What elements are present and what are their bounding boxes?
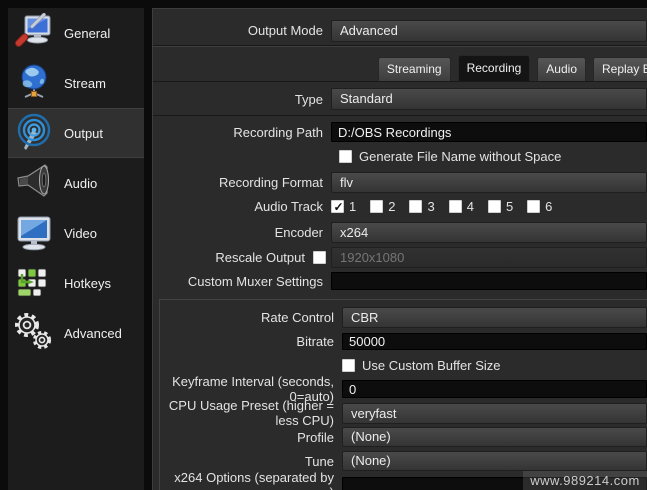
profile-select[interactable]: (None) <box>342 427 647 447</box>
x264-options-label: x264 Options (separated by space) <box>174 470 334 490</box>
tab-audio[interactable]: Audio <box>537 57 586 81</box>
gen-no-space-row: Generate File Name without Space <box>339 149 647 164</box>
bitrate-row: Bitrate <box>160 329 647 353</box>
recording-format-select[interactable]: flv <box>331 172 647 193</box>
audio-track-5-checkbox[interactable] <box>487 199 501 213</box>
bitrate-input[interactable] <box>342 332 647 350</box>
audio-track-3-label: 3 <box>427 198 435 214</box>
muxer-row: Custom Muxer Settings <box>153 272 647 290</box>
sidebar-item-label: General <box>64 25 111 41</box>
sidebar-item-video[interactable]: Video <box>8 208 144 258</box>
audio-track-5-label: 5 <box>505 198 514 214</box>
audio-track-3-checkbox[interactable] <box>409 199 423 213</box>
custom-buffer-checkbox[interactable] <box>342 358 355 372</box>
encoder-label: Encoder <box>274 225 323 240</box>
output-mode-label: Output Mode <box>247 23 323 38</box>
tab-streaming[interactable]: Streaming <box>377 57 451 81</box>
output-icon <box>8 113 60 153</box>
tab-recording[interactable]: Recording <box>457 55 531 81</box>
audio-track-3: 3 <box>409 198 435 214</box>
audio-track-1: 1 <box>331 199 356 214</box>
rescale-resolution-select[interactable]: 1920x1080 <box>331 247 647 268</box>
recording-format-row: Recording Format flv <box>153 172 647 193</box>
sidebar-item-label: Advanced <box>64 325 122 341</box>
audio-track-2-checkbox[interactable] <box>370 199 384 213</box>
sidebar-item-advanced[interactable]: Advanced <box>8 308 144 358</box>
stream-icon <box>8 63 60 103</box>
cpu-preset-label: CPU Usage Preset (higher = less CPU) <box>168 398 334 428</box>
encoder-row: Encoder x264 <box>153 222 647 243</box>
watermark: www.989214.com <box>523 471 647 490</box>
profile-label: Profile <box>297 429 334 445</box>
settings-window: General Stream Output Audio Video Hotkey… <box>0 0 647 490</box>
cpu-preset-select[interactable]: veryfast <box>342 402 647 424</box>
audio-track-2-label: 2 <box>388 198 396 214</box>
rescale-row: Rescale Output 1920x1080 <box>153 247 647 268</box>
sidebar-item-general[interactable]: General <box>8 8 144 58</box>
sidebar-item-stream[interactable]: Stream <box>8 58 144 108</box>
audio-track-6: 6 <box>527 199 552 214</box>
muxer-label: Custom Muxer Settings <box>187 273 323 289</box>
sidebar-item-label: Output <box>64 125 104 141</box>
cpu-preset-row: CPU Usage Preset (higher = less CPU) ver… <box>160 398 647 428</box>
gen-no-space-checkbox[interactable] <box>339 150 352 163</box>
audio-track-row: Audio Track 1 2 3 4 5 <box>153 198 647 214</box>
keyframe-input[interactable] <box>342 380 647 398</box>
rate-control-row: Rate Control CBR <box>160 305 647 329</box>
audio-track-1-label: 1 <box>349 198 357 214</box>
recording-format-label: Recording Format <box>218 175 323 190</box>
rescale-label: Rescale Output <box>215 250 305 265</box>
encoder-settings-group: Rate Control CBR Bitrate Use Custom Buff… <box>159 299 647 490</box>
hotkeys-icon <box>8 263 60 303</box>
audio-track-1-checkbox[interactable] <box>331 199 345 214</box>
output-mode-select[interactable]: Advanced <box>331 19 647 42</box>
sidebar-item-hotkeys[interactable]: Hotkeys <box>8 258 144 308</box>
custom-buffer-label: Use Custom Buffer Size <box>362 357 501 373</box>
tab-replay-buffer[interactable]: Replay Buffer <box>593 57 647 81</box>
general-icon <box>8 13 60 53</box>
tune-select[interactable]: (None) <box>342 451 647 471</box>
settings-sidebar: General Stream Output Audio Video Hotkey… <box>8 8 144 490</box>
sidebar-item-label: Hotkeys <box>64 275 111 291</box>
muxer-input[interactable] <box>331 272 647 290</box>
sidebar-item-label: Audio <box>64 175 98 191</box>
audio-track-6-checkbox[interactable] <box>527 199 541 213</box>
gen-no-space-label: Generate File Name without Space <box>359 149 562 164</box>
type-select[interactable]: Standard <box>331 88 647 110</box>
audio-track-label: Audio Track <box>254 198 323 214</box>
output-settings-panel: Output Mode Advanced Streaming Recording… <box>152 8 647 490</box>
rescale-checkbox[interactable] <box>313 251 326 264</box>
rate-control-select[interactable]: CBR <box>342 306 647 328</box>
audio-track-5: 5 <box>487 198 514 214</box>
sidebar-item-audio[interactable]: Audio <box>8 158 144 208</box>
advanced-icon <box>8 312 60 354</box>
profile-row: Profile (None) <box>160 425 647 449</box>
sidebar-item-label: Stream <box>64 75 106 91</box>
output-tab-bar: Streaming Recording Audio Replay Buffer <box>153 47 647 82</box>
audio-track-4: 4 <box>448 198 474 214</box>
recording-path-row: Recording Path <box>153 122 647 142</box>
recording-path-input[interactable] <box>331 122 647 142</box>
output-mode-row: Output Mode Advanced <box>153 9 647 45</box>
video-icon <box>8 213 60 253</box>
sidebar-item-output[interactable]: Output <box>8 108 144 158</box>
type-label: Type <box>294 91 323 107</box>
audio-track-6-label: 6 <box>545 198 553 214</box>
audio-track-2: 2 <box>370 199 395 214</box>
sidebar-item-label: Video <box>64 225 98 241</box>
recording-path-label: Recording Path <box>233 124 323 140</box>
audio-track-4-checkbox[interactable] <box>448 199 462 213</box>
encoder-select[interactable]: x264 <box>331 222 647 243</box>
type-row: Type Standard <box>153 82 647 116</box>
rate-control-label: Rate Control <box>261 309 334 325</box>
audio-icon <box>8 163 60 203</box>
audio-track-4-label: 4 <box>466 198 474 214</box>
bitrate-label: Bitrate <box>296 333 334 349</box>
tune-label: Tune <box>304 453 334 469</box>
